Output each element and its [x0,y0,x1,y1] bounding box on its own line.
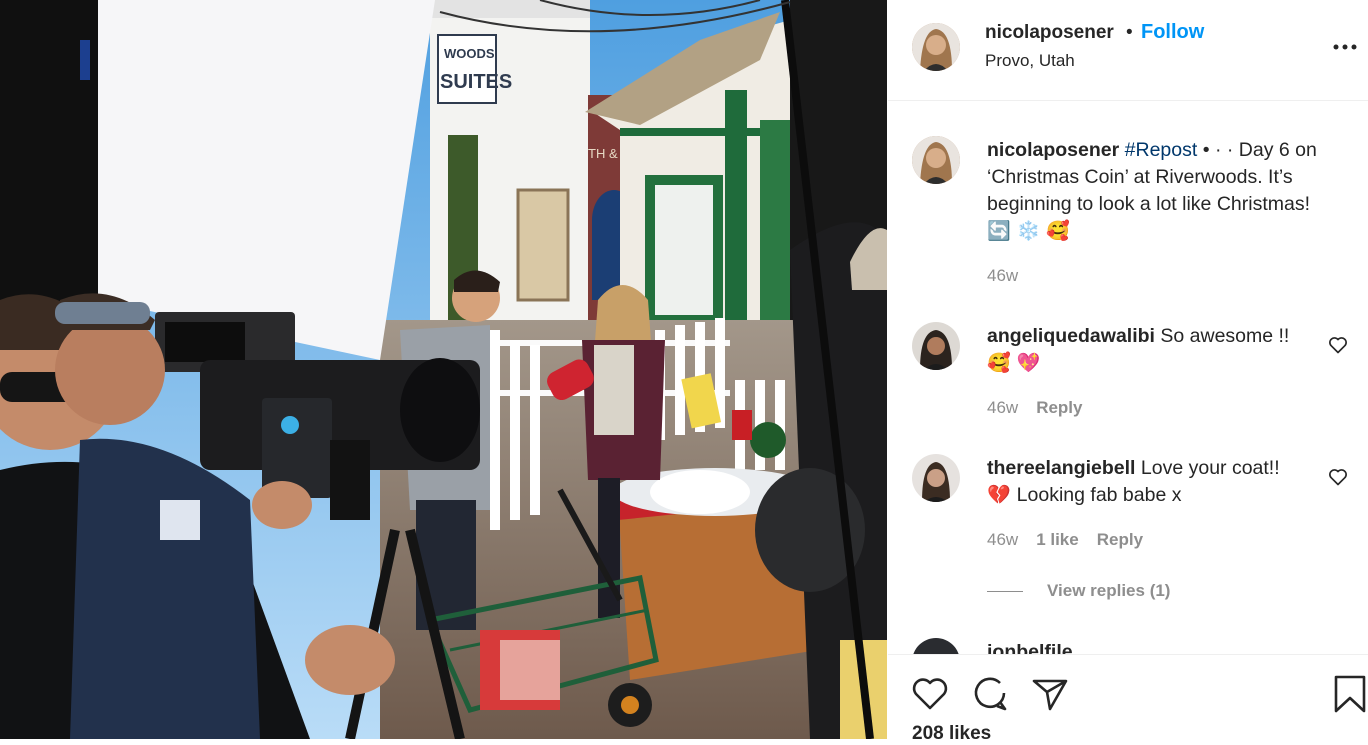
post-photo[interactable]: WOODS SUITES TH & BO [0,0,887,739]
comment-time[interactable]: 46w [987,530,1018,549]
comment-2: thereelangiebell Love your coat!! 💔 Looki… [987,455,1317,509]
comment-username[interactable]: thereelangiebell [987,457,1135,479]
comment-emoji: 💔 [987,485,1011,506]
comment-text: Love your coat!! [1140,457,1280,479]
caption-hashtag[interactable]: #Repost [1125,139,1198,161]
caption-emoji-2: ❄️ [1016,221,1041,242]
caption-timestamp: 46w [987,266,1018,286]
comment-avatar-image-1 [912,322,960,370]
building-sign-text: WOODS [444,46,495,61]
comment-text: So awesome !! [1160,325,1290,347]
more-options-icon[interactable] [1330,30,1360,60]
caption-time[interactable]: 46w [987,266,1018,285]
separator-dot: • [1126,22,1133,43]
post-sidebar: nicolaposener • Follow Provo, Utah nicol… [888,0,1368,744]
caption-emoji-3: 🥰 [1046,221,1071,242]
replies-divider [987,591,1023,593]
author-avatar-image [912,23,960,71]
author-username[interactable]: nicolaposener [985,22,1114,44]
comment-time[interactable]: 46w [987,398,1018,417]
comment-1: angeliquedawalibi So awesome !! 🥰 💖 [987,323,1317,377]
comment-avatar[interactable] [912,638,960,654]
comment-avatar[interactable] [912,322,960,370]
comment-icon[interactable] [970,673,1010,713]
caption-avatar[interactable] [912,136,960,184]
comment-emoji: 🥰 [987,353,1011,374]
post-location[interactable]: Provo, Utah [985,51,1075,71]
comment-meta: 46w Reply [987,398,1082,418]
comment-likes[interactable]: 1 like [1036,530,1079,549]
building-sign-text-2: SUITES [440,71,512,93]
author-avatar[interactable] [912,23,960,71]
comment-emoji: 💖 [1016,353,1041,374]
view-replies-label: View replies (1) [1047,581,1171,600]
caption-emoji-1: 🔄 [987,221,1011,242]
comment-like-heart-icon[interactable] [1328,335,1348,355]
post-image: WOODS SUITES TH & BO [0,0,887,739]
comment-meta: 46w 1 like Reply [987,530,1143,550]
comment-like-heart-icon[interactable] [1328,467,1348,487]
comment-text-2: Looking fab babe x [1016,484,1182,506]
follow-button[interactable]: Follow [1141,21,1204,44]
caption: nicolaposener #Repost • · · Day 6 on ‘Ch… [987,137,1347,245]
comment-username[interactable]: angeliquedawalibi [987,325,1155,347]
comment-avatar[interactable] [912,454,960,502]
likes-count[interactable]: 208 likes [912,723,991,745]
view-replies-button[interactable]: View replies (1) [987,581,1170,601]
caption-avatar-image [912,136,960,184]
comment-3-partial: jonbelfile [987,639,1347,654]
heart-icon[interactable] [910,673,950,713]
reply-button[interactable]: Reply [1036,398,1082,417]
reply-button[interactable]: Reply [1097,530,1143,549]
comments-list[interactable]: nicolaposener #Repost • · · Day 6 on ‘Ch… [888,101,1368,654]
caption-username[interactable]: nicolaposener [987,139,1119,161]
post-header: nicolaposener • Follow Provo, Utah [888,0,1368,101]
comment-avatar-image-2 [912,454,960,502]
post-actions: 208 likes [888,654,1368,744]
comment-username[interactable]: jonbelfile [987,641,1073,654]
bookmark-icon[interactable] [1330,673,1368,713]
share-icon[interactable] [1030,673,1070,713]
